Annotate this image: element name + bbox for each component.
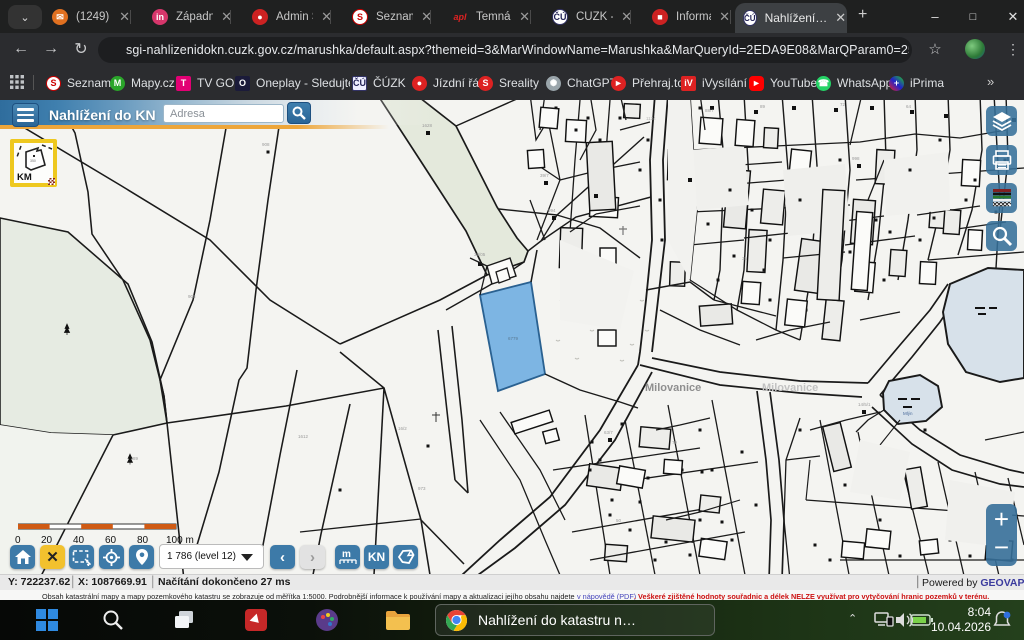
svg-text:908: 908 [262, 142, 270, 147]
svg-text:50: 50 [616, 518, 622, 523]
svg-text:908: 908 [188, 294, 196, 299]
svg-text:14/5/1: 14/5/1 [858, 402, 871, 407]
svg-text:998: 998 [852, 156, 860, 161]
svg-text:994: 994 [548, 208, 556, 213]
svg-text:64: 64 [906, 104, 912, 109]
svg-text:Milovanice: Milovanice [645, 382, 701, 394]
svg-text:38/05: 38/05 [474, 252, 486, 257]
svg-text:m: m [342, 549, 351, 560]
svg-text:Milovanice: Milovanice [762, 382, 818, 394]
svg-text:16/2: 16/2 [398, 426, 407, 431]
svg-text:1612: 1612 [298, 434, 309, 439]
svg-text:63/7: 63/7 [604, 430, 613, 435]
svg-text:350: 350 [30, 159, 36, 163]
svg-text:35: 35 [742, 256, 748, 261]
svg-text:89: 89 [760, 104, 766, 109]
svg-text:72: 72 [840, 102, 846, 107]
svg-text:79: 79 [672, 440, 678, 445]
svg-text:973: 973 [418, 486, 426, 491]
svg-text:88/7: 88/7 [705, 108, 714, 113]
svg-text:6779: 6779 [508, 336, 519, 341]
svg-text:Mlýn: Mlýn [903, 411, 913, 416]
svg-text:1124: 1124 [646, 116, 656, 121]
svg-text:39/7: 39/7 [540, 173, 549, 178]
